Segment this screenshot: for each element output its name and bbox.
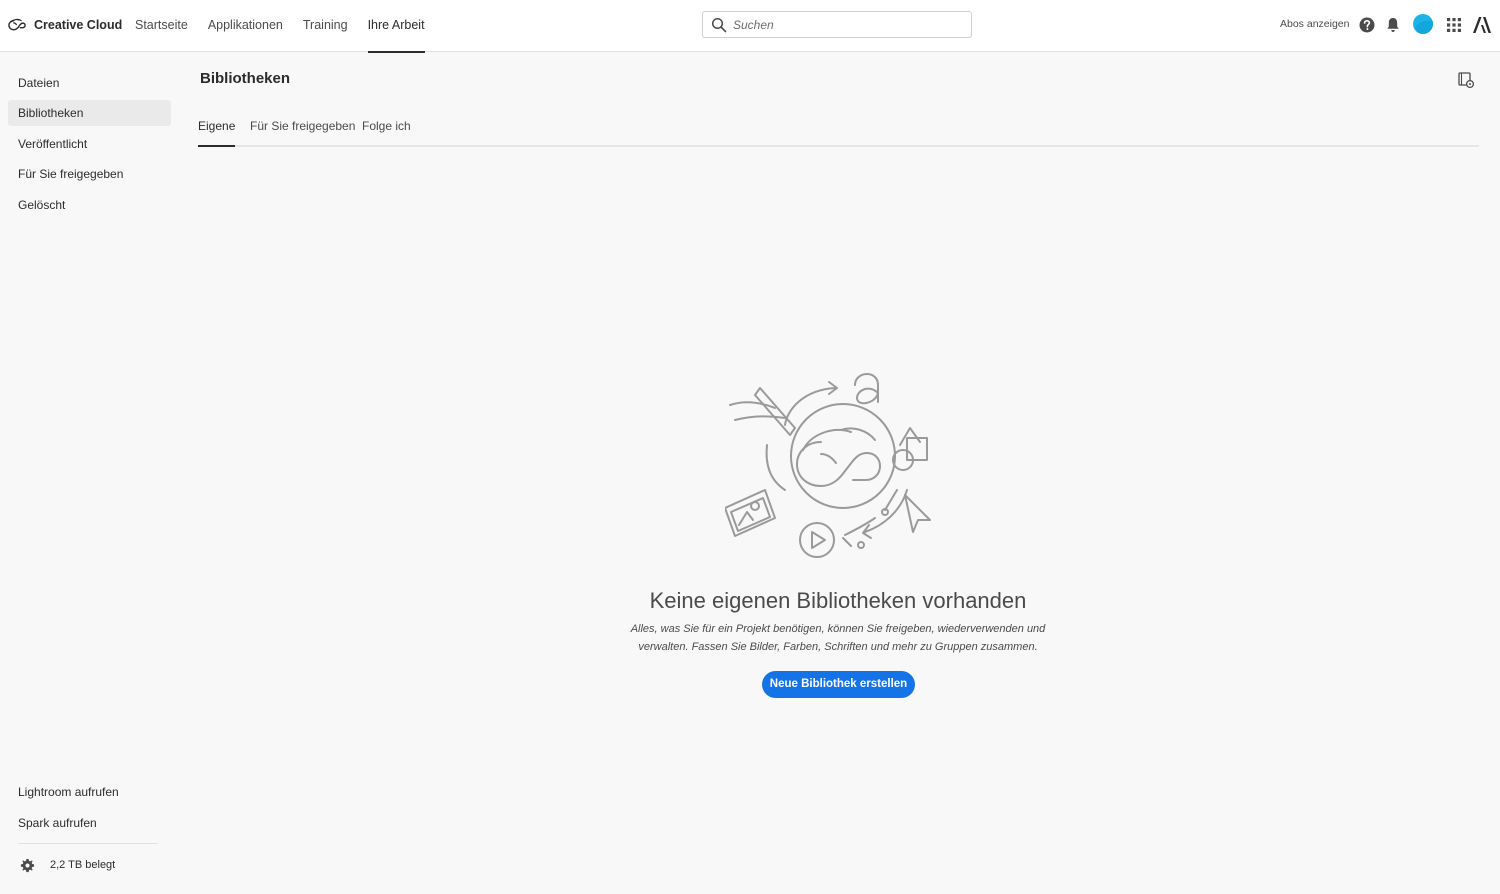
- top-navigation: Startseite Applikationen Training Ihre A…: [125, 0, 435, 53]
- top-bar: Creative Cloud Startseite Applikationen …: [0, 0, 1500, 53]
- library-settings-icon[interactable]: [1457, 71, 1475, 89]
- bell-icon[interactable]: [1383, 15, 1403, 35]
- tab-fuer-sie-freigegeben[interactable]: Für Sie freigegeben: [250, 119, 355, 133]
- search-box[interactable]: [702, 11, 972, 38]
- main-content: Bibliotheken Eigene Für Sie freigegeben …: [180, 52, 1500, 894]
- library-tabs: Eigene Für Sie freigegeben Folge ich: [198, 110, 1479, 147]
- help-icon[interactable]: [1357, 15, 1377, 35]
- creative-cloud-logo-icon: [8, 18, 26, 31]
- empty-state-description-line-2: verwalten. Fassen Sie Bilder, Farben, Sc…: [638, 640, 1038, 653]
- adobe-logo-icon[interactable]: [1472, 15, 1492, 35]
- sidebar-item-fuer-sie-freigegeben[interactable]: Für Sie freigegeben: [8, 161, 171, 187]
- search-input[interactable]: [733, 12, 968, 37]
- sidebar-item-bibliotheken[interactable]: Bibliotheken: [8, 100, 171, 126]
- empty-state-description: Alles, was Sie für ein Projekt benötigen…: [620, 621, 1056, 656]
- nav-ihre-arbeit[interactable]: Ihre Arbeit: [358, 0, 435, 53]
- empty-libraries-illustration: [725, 373, 931, 558]
- brand[interactable]: Creative Cloud: [8, 15, 122, 35]
- nav-applikationen[interactable]: Applikationen: [198, 0, 293, 52]
- sidebar-item-dateien[interactable]: Dateien: [8, 70, 171, 96]
- search-icon: [711, 17, 727, 33]
- nav-startseite[interactable]: Startseite: [125, 0, 198, 52]
- apps-grid-icon[interactable]: [1444, 15, 1464, 35]
- create-library-button[interactable]: Neue Bibliothek erstellen: [762, 671, 915, 698]
- sidebar-item-geloescht[interactable]: Gelöscht: [8, 192, 171, 218]
- gear-icon[interactable]: [20, 858, 35, 873]
- lightroom-link[interactable]: Lightroom aufrufen: [18, 785, 119, 799]
- page-title: Bibliotheken: [200, 70, 291, 87]
- storage-usage: 2,2 TB belegt: [50, 859, 116, 871]
- sidebar-divider: [18, 843, 158, 844]
- avatar[interactable]: [1412, 13, 1434, 35]
- spark-link[interactable]: Spark aufrufen: [18, 816, 97, 830]
- nav-training[interactable]: Training: [293, 0, 358, 52]
- empty-state-title: Keine eigenen Bibliotheken vorhanden: [649, 588, 1027, 613]
- sidebar: Dateien Bibliotheken Veröffentlicht Für …: [0, 52, 180, 894]
- empty-state-description-line-1: Alles, was Sie für ein Projekt benötigen…: [630, 623, 1046, 635]
- view-plans-link[interactable]: Abos anzeigen: [1280, 18, 1349, 30]
- sidebar-item-veroeffentlicht[interactable]: Veröffentlicht: [8, 131, 171, 157]
- tab-eigene[interactable]: Eigene: [198, 119, 236, 147]
- app-name: Creative Cloud: [34, 18, 123, 32]
- storage-info: 2,2 TB belegt: [20, 856, 115, 874]
- tab-folge-ich[interactable]: Folge ich: [362, 119, 411, 133]
